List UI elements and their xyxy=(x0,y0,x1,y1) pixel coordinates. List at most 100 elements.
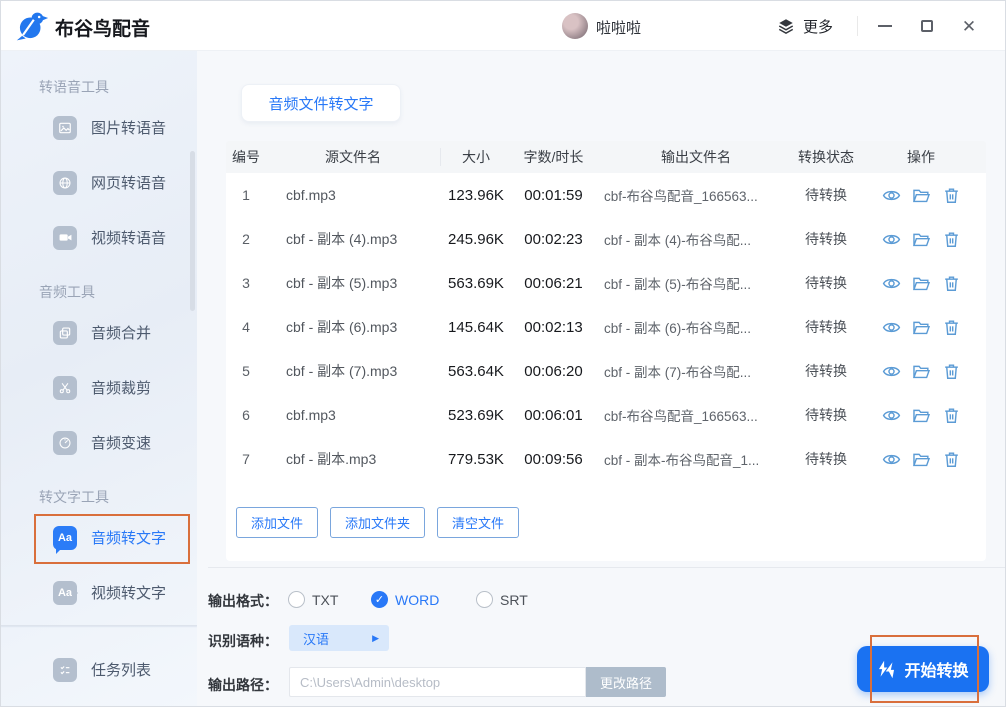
cell-output: cbf-布谷鸟配音_166563... xyxy=(604,189,758,204)
eye-icon[interactable] xyxy=(882,318,901,337)
folder-open-icon[interactable] xyxy=(912,406,931,425)
sidebar-item-task-list[interactable]: 任务列表 xyxy=(1,642,197,697)
folder-open-icon[interactable] xyxy=(912,274,931,293)
change-path-button[interactable]: 更改路径 xyxy=(586,667,666,697)
language-dropdown[interactable]: 汉语 ▶ xyxy=(289,625,389,651)
video-camera-icon xyxy=(53,225,77,250)
picture-icon xyxy=(53,115,77,140)
cell-duration: 00:06:01 xyxy=(524,406,583,424)
merge-icon xyxy=(53,320,77,345)
sidebar-item-audio-trim[interactable]: 音频裁剪 xyxy=(1,360,197,415)
sidebar-item-label: 音频转文字 xyxy=(91,530,167,547)
trash-icon[interactable] xyxy=(942,230,961,249)
sidebar-item-label: 图片转语音 xyxy=(91,120,167,137)
panel-divider xyxy=(208,567,1005,568)
language-value: 汉语 xyxy=(303,631,330,647)
cell-status: 待转换 xyxy=(805,231,847,247)
sidebar-item-label: 音频裁剪 xyxy=(91,380,152,397)
sidebar-item-web-to-voice[interactable]: 网页转语音 xyxy=(1,155,197,210)
sidebar-item-audio-to-text[interactable]: Aa 音频转文字 xyxy=(1,510,197,565)
eye-icon[interactable] xyxy=(882,230,901,249)
cell-source: cbf.mp3 xyxy=(286,187,336,203)
cell-status: 待转换 xyxy=(805,363,847,379)
cell-duration: 00:09:56 xyxy=(524,450,583,468)
folder-open-icon[interactable] xyxy=(912,450,931,469)
eye-icon[interactable] xyxy=(882,450,901,469)
minimize-button[interactable] xyxy=(869,11,901,41)
sidebar-scrollbar[interactable] xyxy=(190,151,195,311)
bird-logo-icon xyxy=(16,12,49,41)
eye-icon[interactable] xyxy=(882,186,901,205)
trash-icon[interactable] xyxy=(942,318,961,337)
sidebar-item-video-to-text[interactable]: Aa 视频转文字 xyxy=(1,565,197,620)
cell-source: cbf - 副本 (5).mp3 xyxy=(286,275,398,291)
trash-icon[interactable] xyxy=(942,450,961,469)
radio-word[interactable] xyxy=(371,591,388,608)
trash-icon[interactable] xyxy=(942,186,961,205)
cell-size: 523.69K xyxy=(448,406,504,424)
titlebar: 布谷鸟配音 啦啦啦 更多 ✕ xyxy=(1,1,1005,51)
eye-icon[interactable] xyxy=(882,274,901,293)
cell-source: cbf - 副本 (6).mp3 xyxy=(286,319,398,335)
cell-duration: 00:02:13 xyxy=(524,318,583,336)
cell-duration: 00:01:59 xyxy=(524,186,583,204)
cell-id: 7 xyxy=(242,451,250,467)
task-list-icon xyxy=(53,657,77,682)
lightning-icon xyxy=(879,660,895,678)
section-text-tools: 转文字工具 xyxy=(39,489,109,505)
eye-icon[interactable] xyxy=(882,362,901,381)
table-row: 5 cbf - 副本 (7).mp3 563.64K 00:06:20 cbf - 副本… xyxy=(226,349,986,393)
more-button[interactable]: 更多 xyxy=(777,13,833,39)
cell-id: 5 xyxy=(242,363,250,379)
col-status: 转换状态 xyxy=(798,149,854,165)
maximize-button[interactable] xyxy=(911,11,943,41)
radio-txt-label[interactable]: TXT xyxy=(312,592,338,608)
minimize-icon xyxy=(878,25,892,27)
language-label: 识别语种： xyxy=(208,633,278,649)
sidebar-item-audio-merge[interactable]: 音频合并 xyxy=(1,305,197,360)
cell-output: cbf - 副本 (7)-布谷鸟配... xyxy=(604,365,752,380)
cell-size: 123.96K xyxy=(448,186,504,204)
app-title: 布谷鸟配音 xyxy=(55,19,151,40)
file-buttons: 添加文件 添加文件夹 清空文件 xyxy=(236,507,520,538)
start-convert-button[interactable]: 开始转换 xyxy=(857,646,989,692)
col-duration: 字数/时长 xyxy=(523,149,584,165)
start-convert-label: 开始转换 xyxy=(904,663,969,680)
folder-open-icon[interactable] xyxy=(912,186,931,205)
output-path-input[interactable] xyxy=(289,667,586,697)
sidebar-item-label: 任务列表 xyxy=(91,662,152,679)
cell-size: 563.64K xyxy=(448,362,504,380)
output-format-label: 输出格式： xyxy=(208,593,278,609)
add-file-button[interactable]: 添加文件 xyxy=(236,507,319,538)
trash-icon[interactable] xyxy=(942,274,961,293)
user-avatar[interactable] xyxy=(562,13,588,39)
cell-id: 1 xyxy=(242,187,250,203)
audio-text-bubble-icon: Aa xyxy=(53,525,77,554)
globe-icon xyxy=(53,170,77,195)
eye-icon[interactable] xyxy=(882,406,901,425)
tab-audio-file-to-text[interactable]: 音频文件转文字 xyxy=(241,84,401,122)
radio-srt[interactable] xyxy=(476,591,493,608)
trash-icon[interactable] xyxy=(942,362,961,381)
radio-txt[interactable] xyxy=(288,591,305,608)
folder-open-icon[interactable] xyxy=(912,318,931,337)
add-folder-button[interactable]: 添加文件夹 xyxy=(330,507,426,538)
section-voice-tools: 转语音工具 xyxy=(39,79,109,95)
sidebar: 转语音工具 图片转语音 网页转语音 视频转语音 音频工具 音频合并 音频裁剪 音… xyxy=(1,51,197,706)
cell-duration: 00:02:23 xyxy=(524,230,583,248)
cell-id: 6 xyxy=(242,407,250,423)
radio-srt-label[interactable]: SRT xyxy=(500,592,528,608)
table-row: 6 cbf.mp3 523.69K 00:06:01 cbf-布谷鸟配音_166563.… xyxy=(226,393,986,437)
folder-open-icon[interactable] xyxy=(912,362,931,381)
radio-word-label[interactable]: WORD xyxy=(395,592,439,608)
sidebar-item-audio-speed[interactable]: 音频变速 xyxy=(1,415,197,470)
close-icon: ✕ xyxy=(961,16,977,36)
close-button[interactable]: ✕ xyxy=(953,11,985,41)
clear-files-button[interactable]: 清空文件 xyxy=(437,507,520,538)
trash-icon[interactable] xyxy=(942,406,961,425)
cell-status: 待转换 xyxy=(805,275,847,291)
sidebar-item-image-to-voice[interactable]: 图片转语音 xyxy=(1,100,197,155)
sidebar-item-video-to-voice[interactable]: 视频转语音 xyxy=(1,210,197,265)
sidebar-item-label: 网页转语音 xyxy=(91,175,167,192)
folder-open-icon[interactable] xyxy=(912,230,931,249)
